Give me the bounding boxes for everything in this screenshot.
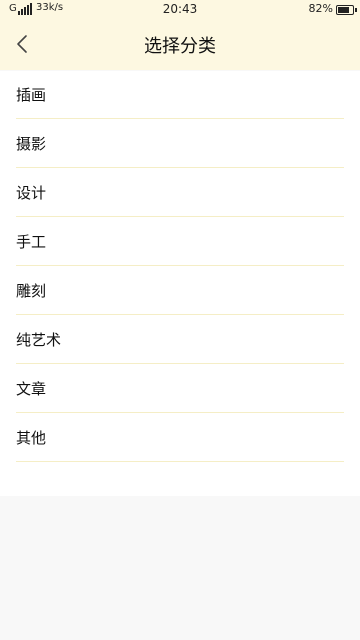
chevron-left-icon	[17, 35, 27, 53]
category-item-other[interactable]: 其他	[16, 413, 344, 462]
battery-percent: 82%	[308, 2, 333, 15]
category-item-article[interactable]: 文章	[16, 364, 344, 413]
category-item-photography[interactable]: 摄影	[16, 119, 344, 168]
status-bar: G 33k/s 20:43 82%	[0, 0, 360, 20]
category-item-handcraft[interactable]: 手工	[16, 217, 344, 266]
top-bar: G 33k/s 20:43 82% 选择分类	[0, 0, 360, 70]
header: 选择分类	[0, 20, 360, 70]
page-title: 选择分类	[144, 36, 216, 57]
category-item-illustration[interactable]: 插画	[16, 71, 344, 119]
category-item-design[interactable]: 设计	[16, 168, 344, 217]
battery-icon	[336, 5, 357, 15]
category-item-fine-art[interactable]: 纯艺术	[16, 315, 344, 364]
category-item-sculpture[interactable]: 雕刻	[16, 266, 344, 315]
category-list: 插画 摄影 设计 手工 雕刻 纯艺术 文章 其他	[0, 71, 360, 496]
back-button[interactable]	[8, 28, 36, 60]
clock: 20:43	[162, 2, 198, 16]
